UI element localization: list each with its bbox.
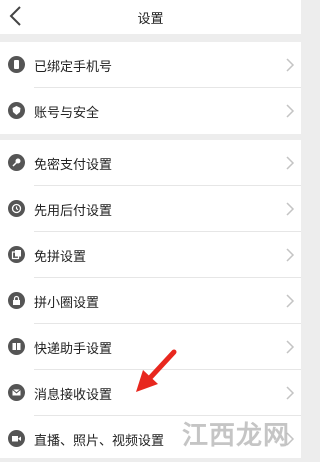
settings-row-password-free-pay[interactable]: 免密支付设置 [0, 140, 301, 186]
settings-row-group-free[interactable]: 免拼设置 [0, 232, 301, 278]
package-icon [8, 338, 25, 355]
settings-row-bound-phone[interactable]: 已绑定手机号 [0, 42, 301, 88]
settings-row-label: 消息接收设置 [34, 388, 113, 403]
settings-row-pin-circle[interactable]: 拼小圈设置 [0, 278, 301, 324]
settings-row-label: 拼小圈设置 [34, 296, 100, 311]
settings-row-label: 免拼设置 [34, 250, 87, 265]
shield-icon [8, 102, 25, 119]
settings-row-label: 直播、照片、视频设置 [34, 434, 165, 449]
settings-row-label: 账号与安全 [34, 106, 100, 121]
annotation-arrow [136, 349, 177, 392]
mail-icon [8, 384, 25, 401]
lock-icon [8, 292, 25, 309]
chevron-right-icon [285, 155, 295, 171]
clock-icon [8, 200, 25, 217]
phone-icon [8, 56, 25, 73]
key-icon [8, 154, 25, 171]
settings-row-label: 先用后付设置 [34, 204, 113, 219]
navigation-bar: 设置 [0, 0, 301, 34]
chevron-right-icon [285, 103, 295, 119]
page-title: 设置 [137, 12, 164, 27]
settings-row-pay-later[interactable]: 先用后付设置 [0, 186, 301, 232]
settings-row-account-security[interactable]: 账号与安全 [0, 88, 301, 134]
settings-row-label: 免密支付设置 [34, 158, 113, 173]
copy-icon [8, 246, 25, 263]
chevron-right-icon [285, 385, 295, 401]
chevron-right-icon [285, 293, 295, 309]
chevron-right-icon [285, 247, 295, 263]
chevron-right-icon [285, 201, 295, 217]
feature-group: 免密支付设置 先用后付设置 免拼设置 拼小圈设置 快递助手设置 消息接收设置 直… [0, 140, 301, 458]
settings-row-label: 已绑定手机号 [34, 60, 113, 75]
account-group: 已绑定手机号 账号与安全 [0, 42, 301, 134]
chevron-right-icon [285, 339, 295, 355]
video-icon [8, 430, 25, 447]
watermark: 江西龙网 [182, 421, 291, 451]
settings-row-label: 快递助手设置 [34, 342, 113, 357]
chevron-right-icon [285, 57, 295, 73]
